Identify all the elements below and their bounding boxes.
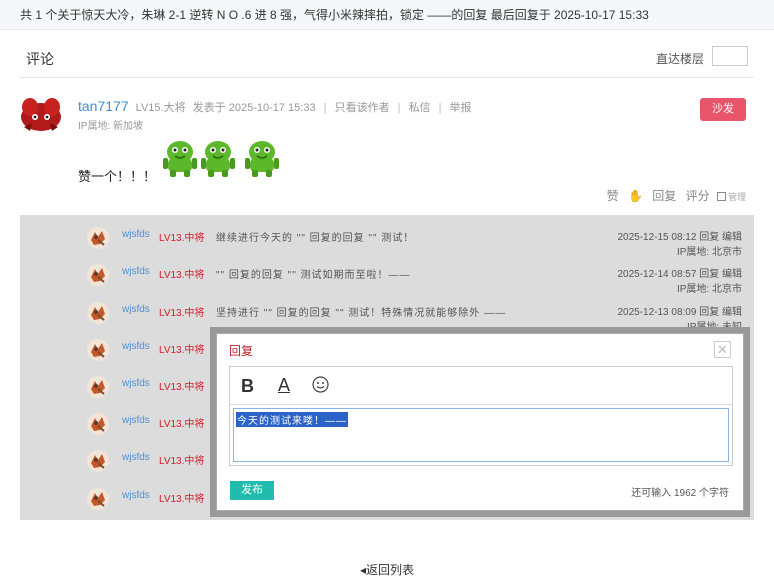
reply-avatar[interactable] — [86, 301, 110, 325]
post-level: LV15.大将 — [135, 102, 186, 114]
editor-toolbar: B A — [230, 367, 732, 405]
post-text: 赞一个！！！ — [78, 169, 157, 184]
jump-floor-input[interactable] — [712, 46, 748, 66]
publish-button[interactable]: 发布 — [230, 481, 274, 500]
reply-level: LV13.中将 — [159, 456, 205, 467]
reply-dialog: 回复 ✕ B A 今天的测试来喽！—— 发布 还可输入 1962 个字符 — [216, 333, 744, 511]
back-to-list-link[interactable]: ◂返回列表 — [360, 561, 414, 578]
reply-username[interactable]: wjsfds — [122, 229, 150, 240]
reply-editor: B A 今天的测试来喽！—— — [229, 366, 733, 466]
reply-username[interactable]: wjsfds — [122, 304, 150, 315]
reply-meta: 2025-12-13 08:09 回复 编辑 — [617, 303, 742, 318]
reply-username[interactable]: wjsfds — [122, 452, 150, 463]
reply-avatar[interactable] — [86, 226, 110, 250]
reply-avatar[interactable] — [86, 263, 110, 287]
rate-button[interactable]: 评分 — [686, 189, 710, 203]
reply-date: 2025-12-14 08:57 — [617, 269, 697, 280]
divider: | — [397, 102, 401, 114]
reply-username[interactable]: wjsfds — [122, 266, 150, 277]
manage-label: 管理 — [727, 192, 746, 202]
reply-link[interactable]: 回复 — [699, 307, 719, 318]
reply-level: LV13.中将 — [159, 233, 205, 244]
sofa-badge: 沙发 — [700, 98, 746, 121]
like-label: 赞 — [606, 189, 619, 203]
reply-text: 继续进行今天的 "" 回复的回复 "" 测试！ — [216, 233, 415, 244]
reply-level: LV13.中将 — [159, 494, 205, 505]
divider: | — [323, 102, 327, 114]
font-color-button[interactable]: A — [278, 375, 290, 396]
green-android-emoji-icon — [245, 141, 279, 177]
reply-link[interactable]: 回复 — [699, 269, 719, 280]
reply-level: LV13.中将 — [159, 308, 205, 319]
reply-username[interactable]: wjsfds — [122, 490, 150, 501]
reply-button[interactable]: 回复 — [652, 189, 676, 203]
close-icon[interactable]: ✕ — [714, 341, 731, 358]
reply-level: LV13.中将 — [159, 419, 205, 430]
like-button[interactable]: 赞 ✋ — [601, 189, 643, 203]
post-username[interactable]: tan7177 — [78, 98, 129, 114]
reply-username[interactable]: wjsfds — [122, 415, 150, 426]
only-author-link[interactable]: 只看该作者 — [335, 102, 390, 114]
edit-link[interactable]: 编辑 — [722, 232, 742, 243]
green-android-emoji-icon — [163, 141, 197, 177]
reply-link[interactable]: 回复 — [699, 232, 719, 243]
reply-ip: IP属地: 北京市 — [676, 284, 742, 295]
edit-link[interactable]: 编辑 — [722, 269, 742, 280]
dialog-title: 回复 — [229, 344, 254, 358]
reply-content: 今天的测试来喽！—— — [236, 412, 348, 427]
post-time: 发表于 2025-10-17 15:33 — [192, 102, 316, 114]
reply-textarea[interactable]: 今天的测试来喽！—— — [233, 408, 729, 462]
reply-avatar[interactable] — [86, 449, 110, 473]
green-android-emoji-icon — [201, 141, 235, 177]
reply-meta: 2025-12-15 08:12 回复 编辑 — [617, 228, 742, 243]
reply-level: LV13.中将 — [159, 345, 205, 356]
reply-ip: IP属地: 北京市 — [676, 247, 742, 258]
reply-text: "" 回复的回复 "" 测试如期而至啦！—— — [216, 270, 411, 281]
reply-level: LV13.中将 — [159, 270, 205, 281]
reply-level: LV13.中将 — [159, 382, 205, 393]
reply-avatar[interactable] — [86, 412, 110, 436]
thread-summary-text: 共 1 个关于惊天大冷，朱琳 2-1 逆转 N O .6 进 8 强，气得小米辣… — [20, 8, 649, 22]
post-actions: 赞 ✋ 回复 评分 管理 — [595, 187, 746, 204]
reply-avatar[interactable] — [86, 338, 110, 362]
post-meta: tan7177 LV15.大将 发表于 2025-10-17 15:33 | 只… — [78, 98, 472, 115]
user-avatar[interactable] — [18, 97, 64, 133]
jump-floor-label: 直达楼层 — [655, 52, 704, 66]
divider: | — [438, 102, 442, 114]
post-ip: IP属地: 新加坡 — [78, 121, 144, 132]
bold-button[interactable]: B — [241, 376, 254, 397]
reply-date: 2025-12-13 08:09 — [617, 307, 697, 318]
comments-title: 评论 — [26, 51, 54, 67]
reply-avatar[interactable] — [86, 375, 110, 399]
reply-avatar[interactable] — [86, 487, 110, 511]
report-link[interactable]: 举报 — [450, 102, 472, 114]
thread-summary-bar: 共 1 个关于惊天大冷，朱琳 2-1 逆转 N O .6 进 8 强，气得小米辣… — [0, 0, 774, 30]
reply-date: 2025-12-15 08:12 — [617, 232, 697, 243]
reply-username[interactable]: wjsfds — [122, 341, 150, 352]
reply-row: wjsfds LV13.中将 "" 回复的回复 "" 测试如期而至啦！—— 2025-… — [20, 257, 754, 295]
reply-text: 坚持进行 "" 回复的回复 "" 测试！特殊情况就能够除外 —— — [216, 308, 507, 319]
edit-link[interactable]: 编辑 — [722, 307, 742, 318]
private-message-link[interactable]: 私信 — [409, 102, 431, 114]
reply-meta: 2025-12-14 08:57 回复 编辑 — [617, 265, 742, 280]
thumbs-up-icon: ✋ — [627, 189, 643, 203]
remaining-chars: 还可输入 1962 个字符 — [631, 488, 729, 499]
comments-header: 评论 直达楼层 — [20, 40, 754, 78]
reply-username[interactable]: wjsfds — [122, 378, 150, 389]
manage-checkbox[interactable] — [716, 192, 726, 201]
reply-row: wjsfds LV13.中将 继续进行今天的 "" 回复的回复 "" 测试！ 2025… — [20, 220, 754, 258]
smiley-icon[interactable] — [312, 376, 329, 393]
